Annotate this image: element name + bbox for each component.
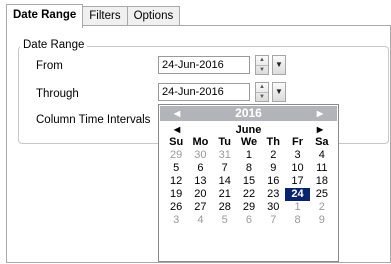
calendar-day[interactable]: 4 [188, 214, 212, 227]
weekday-label: We [240, 136, 258, 148]
calendar-day[interactable]: 6 [188, 162, 212, 175]
calendar-day[interactable]: 29 [164, 149, 188, 162]
prev-month-icon[interactable]: ◀ [174, 123, 180, 137]
calendar-month: June [235, 124, 262, 136]
calendar-month-bar: ◀ June ▶ [160, 123, 337, 137]
next-month-icon[interactable]: ▶ [317, 123, 323, 137]
through-spinner[interactable]: ▲ ▼ [255, 82, 269, 102]
calendar-week-row: 3456789 [164, 214, 334, 227]
calendar-year-bar: ◀ 2016 ▶ [160, 106, 337, 121]
through-date-field[interactable]: 24-Jun-2016 [158, 83, 250, 101]
calendar-day[interactable]: 5 [164, 162, 188, 175]
calendar-day[interactable]: 2 [261, 149, 285, 162]
calendar-day[interactable]: 24 [285, 188, 310, 201]
calendar-week-row: 29 30 31 1 2 3 4 [164, 149, 334, 162]
calendar-day[interactable]: 17 [285, 175, 309, 188]
prev-year-icon[interactable]: ◀ [174, 106, 180, 121]
weekday-label: Su [169, 136, 184, 148]
calendar-day[interactable]: 3 [164, 214, 188, 227]
weekday-label: Mo [192, 136, 209, 148]
calendar-day[interactable]: 3 [285, 149, 309, 162]
calendar-day[interactable]: 30 [261, 201, 285, 214]
calendar-day[interactable]: 12 [164, 175, 188, 188]
weekday-header: Su Mo Tu We Th Fr Sa [164, 136, 334, 149]
tab-strip: Date Range Filters Options [6, 4, 181, 28]
calendar-day[interactable]: 7 [213, 162, 237, 175]
calendar-week-row: 19 20 21 22 23 24 25 [164, 188, 334, 201]
calendar-day[interactable]: 9 [310, 214, 334, 227]
calendar-day[interactable]: 30 [188, 149, 212, 162]
through-label: Through [36, 88, 79, 100]
calendar-day[interactable]: 29 [237, 201, 261, 214]
calendar-grid: Su Mo Tu We Th Fr Sa 29 30 31 1 2 3 4 5 6 7 8 9 10 11… [164, 136, 334, 227]
calendar-day[interactable]: 9 [261, 162, 285, 175]
spin-up-icon[interactable]: ▲ [256, 56, 268, 66]
spin-up-icon[interactable]: ▲ [256, 83, 268, 93]
calendar-day[interactable]: 8 [237, 162, 261, 175]
calendar-day[interactable]: 25 [310, 188, 334, 201]
chevron-down-icon: ▼ [275, 60, 283, 69]
calendar-day[interactable]: 27 [188, 201, 212, 214]
group-title: Date Range [20, 39, 88, 51]
through-dropdown-button[interactable]: ▼ [272, 82, 286, 102]
calendar-day[interactable]: 7 [261, 214, 285, 227]
calendar-day[interactable]: 4 [310, 149, 334, 162]
from-label: From [36, 60, 63, 72]
calendar-day[interactable]: 28 [213, 201, 237, 214]
calendar-day[interactable]: 15 [237, 175, 261, 188]
calendar-day[interactable]: 23 [261, 188, 285, 201]
calendar-day[interactable]: 31 [213, 149, 237, 162]
calendar-year: 2016 [235, 106, 262, 120]
calendar-popup: ◀ 2016 ▶ ◀ June ▶ Su Mo Tu We Th Fr Sa 2… [158, 104, 339, 262]
tab-filters[interactable]: Filters [82, 6, 128, 27]
calendar-day[interactable]: 18 [310, 175, 334, 188]
spin-down-icon[interactable]: ▼ [256, 66, 268, 75]
calendar-week-row: 12 13 14 15 16 17 18 [164, 175, 334, 188]
from-date-field[interactable]: 24-Jun-2016 [158, 56, 250, 74]
calendar-day[interactable]: 8 [285, 214, 309, 227]
calendar-day[interactable]: 1 [285, 201, 309, 214]
calendar-day[interactable]: 11 [310, 162, 334, 175]
weekday-label: Sa [315, 136, 329, 148]
chevron-down-icon: ▼ [275, 87, 283, 96]
calendar-week-row: 26 27 28 29 30 1 2 [164, 201, 334, 214]
calendar-day[interactable]: 26 [164, 201, 188, 214]
calendar-day[interactable]: 13 [188, 175, 212, 188]
calendar-day[interactable]: 20 [188, 188, 212, 201]
calendar-day[interactable]: 6 [237, 214, 261, 227]
next-year-icon[interactable]: ▶ [317, 106, 323, 121]
calendar-day[interactable]: 14 [213, 175, 237, 188]
calendar-day[interactable]: 1 [237, 149, 261, 162]
calendar-day[interactable]: 5 [213, 214, 237, 227]
weekday-label: Th [266, 136, 280, 148]
calendar-week-row: 5 6 7 8 9 10 11 [164, 162, 334, 175]
from-dropdown-button[interactable]: ▼ [272, 55, 286, 75]
calendar-day[interactable]: 10 [285, 162, 309, 175]
calendar-day[interactable]: 19 [164, 188, 188, 201]
calendar-day[interactable]: 16 [261, 175, 285, 188]
calendar-day[interactable]: 21 [213, 188, 237, 201]
calendar-weeks: 29 30 31 1 2 3 4 5 6 7 8 9 10 11 12 13 14 15 16 17 18 19 20 21 2… [164, 149, 334, 227]
weekday-label: Tu [218, 136, 232, 148]
spin-down-icon[interactable]: ▼ [256, 93, 268, 102]
tab-date-range[interactable]: Date Range [6, 4, 84, 28]
calendar-day[interactable]: 22 [237, 188, 261, 201]
column-intervals-label: Column Time Intervals [36, 114, 151, 126]
calendar-day[interactable]: 2 [310, 201, 334, 214]
tab-options[interactable]: Options [126, 6, 181, 27]
weekday-label: Fr [292, 136, 304, 148]
from-spinner[interactable]: ▲ ▼ [255, 55, 269, 75]
